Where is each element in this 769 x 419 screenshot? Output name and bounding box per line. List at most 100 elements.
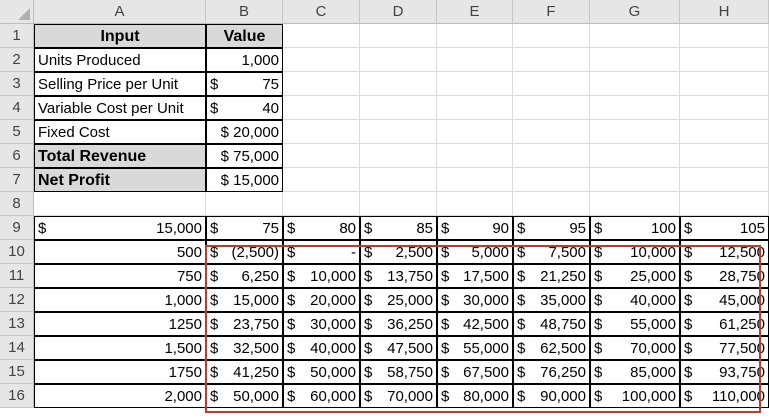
row-header-14[interactable]: 14 [0,336,34,360]
profit-cell[interactable]: $ - [283,240,360,264]
cell[interactable] [590,168,680,192]
profit-cell[interactable]: $77,500 [680,336,769,360]
profit-cell[interactable]: $55,000 [590,312,680,336]
row-header-12[interactable]: 12 [0,288,34,312]
profit-cell[interactable]: $2,500 [360,240,437,264]
profit-cell[interactable]: $28,750 [680,264,769,288]
cell[interactable] [513,144,590,168]
profit-cell[interactable]: $23,750 [206,312,283,336]
cell[interactable] [680,96,769,120]
profit-cell[interactable]: $55,000 [437,336,513,360]
profit-cell[interactable]: $40,000 [590,288,680,312]
profit-cell[interactable]: $35,000 [513,288,590,312]
cell[interactable] [437,96,513,120]
row-header-7[interactable]: 7 [0,168,34,192]
net-profit-value[interactable]: $ 15,000 [206,168,283,192]
profit-cell[interactable]: $40,000 [283,336,360,360]
variable-cost-label[interactable]: Variable Cost per Unit [34,96,206,120]
row-header-6[interactable]: 6 [0,144,34,168]
cell[interactable] [283,72,360,96]
cell[interactable] [590,72,680,96]
cell[interactable] [360,144,437,168]
row-header-16[interactable]: 16 [0,384,34,408]
cell[interactable] [513,72,590,96]
profit-cell[interactable]: $45,000 [680,288,769,312]
units-input-5[interactable]: 1,500 [34,336,206,360]
cell[interactable] [437,144,513,168]
price-header-7[interactable]: $105 [680,216,769,240]
profit-cell[interactable]: $47,500 [360,336,437,360]
units-input-7[interactable]: 2,000 [34,384,206,408]
profit-cell[interactable]: $85,000 [590,360,680,384]
cell[interactable] [437,48,513,72]
profit-cell[interactable]: $25,000 [590,264,680,288]
cell[interactable] [360,168,437,192]
price-header-4[interactable]: $90 [437,216,513,240]
row-header-5[interactable]: 5 [0,120,34,144]
cell[interactable] [360,120,437,144]
cell[interactable] [590,24,680,48]
cell[interactable] [513,96,590,120]
column-header-a[interactable]: A [34,0,206,24]
cell[interactable] [437,24,513,48]
data-table-formula-cell[interactable]: $15,000 [34,216,206,240]
profit-cell[interactable]: $62,500 [513,336,590,360]
profit-cell[interactable]: $7,500 [513,240,590,264]
cell[interactable] [360,48,437,72]
column-header-b[interactable]: B [206,0,283,24]
column-header-g[interactable]: G [590,0,680,24]
units-input-3[interactable]: 1,000 [34,288,206,312]
cell[interactable] [513,192,590,216]
column-header-h[interactable]: H [680,0,769,24]
profit-cell[interactable]: $12,500 [680,240,769,264]
profit-cell[interactable]: $15,000 [206,288,283,312]
profit-cell[interactable]: $30,000 [437,288,513,312]
cell[interactable] [437,72,513,96]
cell[interactable] [360,24,437,48]
selling-price-label[interactable]: Selling Price per Unit [34,72,206,96]
profit-cell[interactable]: $42,500 [437,312,513,336]
row-header-3[interactable]: 3 [0,72,34,96]
row-header-2[interactable]: 2 [0,48,34,72]
units-input-4[interactable]: 1250 [34,312,206,336]
profit-cell[interactable]: $10,000 [283,264,360,288]
profit-cell[interactable]: $61,250 [680,312,769,336]
cell[interactable] [437,120,513,144]
total-revenue-value[interactable]: $ 75,000 [206,144,283,168]
cell[interactable] [513,48,590,72]
profit-cell[interactable]: $50,000 [206,384,283,408]
price-header-6[interactable]: $100 [590,216,680,240]
profit-cell[interactable]: $110,000 [680,384,769,408]
cell[interactable] [283,24,360,48]
profit-cell[interactable]: $50,000 [283,360,360,384]
profit-cell[interactable]: $13,750 [360,264,437,288]
profit-cell[interactable]: $100,000 [590,384,680,408]
cell[interactable] [283,144,360,168]
cell[interactable] [680,24,769,48]
cell[interactable] [590,192,680,216]
row-header-4[interactable]: 4 [0,96,34,120]
cell[interactable] [360,72,437,96]
cell[interactable] [513,24,590,48]
profit-cell[interactable]: $90,000 [513,384,590,408]
profit-cell[interactable]: $70,000 [360,384,437,408]
profit-cell[interactable]: $76,250 [513,360,590,384]
cell[interactable] [283,192,360,216]
cell[interactable] [437,168,513,192]
profit-cell[interactable]: $17,500 [437,264,513,288]
cell[interactable] [680,48,769,72]
profit-cell[interactable]: $21,250 [513,264,590,288]
units-input-2[interactable]: 750 [34,264,206,288]
cell[interactable] [206,192,283,216]
profit-cell[interactable]: $67,500 [437,360,513,384]
fixed-cost-value[interactable]: $ 20,000 [206,120,283,144]
row-header-1[interactable]: 1 [0,24,34,48]
profit-cell[interactable]: $20,000 [283,288,360,312]
units-produced-label[interactable]: Units Produced [34,48,206,72]
cell[interactable] [437,192,513,216]
profit-cell[interactable]: $48,750 [513,312,590,336]
cell[interactable] [680,144,769,168]
profit-cell[interactable]: $10,000 [590,240,680,264]
profit-cell[interactable]: $58,750 [360,360,437,384]
total-revenue-label[interactable]: Total Revenue [34,144,206,168]
